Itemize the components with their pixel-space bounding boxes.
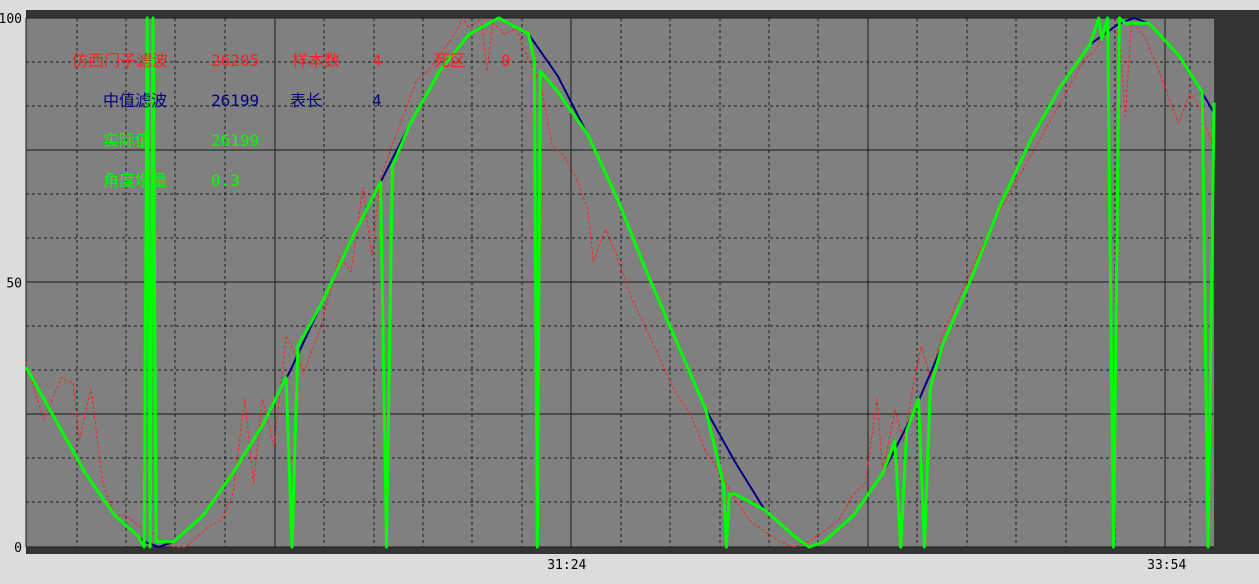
trend-chart: 100 50 0 31:24 33:54 仿西门子滤波 26205 样本数 4 死区 0… [0,10,1259,573]
x-tick-label: 31:24 [547,558,586,573]
legend-median-value: 26199 [211,91,259,110]
legend-table-length-value: 4 [372,91,382,110]
legend-siemens-value: 26205 [211,51,259,70]
legend-sample-count-label: 样本数 [292,51,340,70]
y-tick-label: 0 [14,541,22,556]
legend-deadband-value: 0 [501,51,511,70]
legend-angle-increment-value: 0.3 [211,171,240,190]
legend-deadband-label: 死区 [434,51,466,70]
x-tick-label: 33:54 [1147,558,1186,573]
y-tick-label: 100 [0,12,22,27]
legend-angle-increment-label: 角度增量 [103,171,167,190]
legend-sample-count-value: 4 [372,51,382,70]
legend-actual-value: 26199 [211,131,259,150]
chart-window: 100 50 0 31:24 33:54 仿西门子滤波 26205 样本数 4 死区 0… [0,0,1259,584]
legend-table-length-label: 表长 [290,91,322,110]
legend-actual-label: 实际值 [103,131,151,150]
y-tick-label: 50 [6,277,22,292]
legend-siemens-label: 仿西门子滤波 [72,51,168,70]
legend-median-label: 中值滤波 [103,91,167,110]
